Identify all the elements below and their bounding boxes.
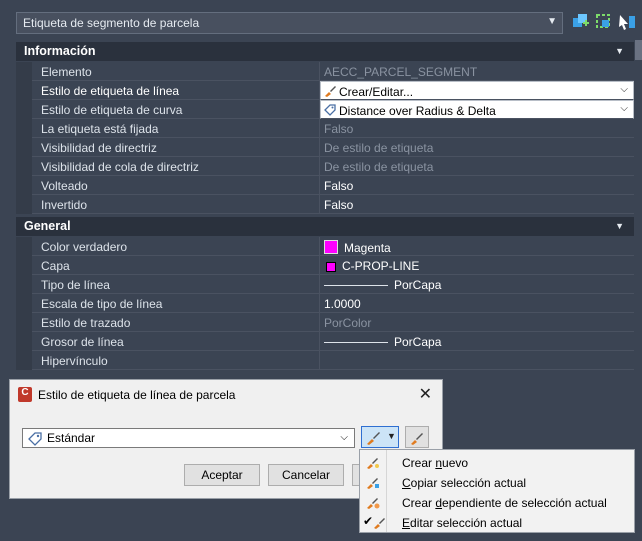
- lineweight-preview: [324, 342, 388, 343]
- prop-row[interactable]: Escala de tipo de línea 1.0000: [16, 294, 634, 313]
- prop-value[interactable]: Falso: [320, 176, 634, 195]
- style-actions-menu: Crear nuevo Copiar selección actual Crea…: [359, 449, 635, 533]
- civil3d-app-icon: C: [18, 387, 32, 402]
- prop-label: Grosor de línea: [32, 332, 320, 351]
- chevron-down-icon: ⌵: [620, 103, 628, 114]
- chevron-down-icon: ⌵: [620, 84, 628, 95]
- prop-value[interactable]: De estilo de etiqueta: [320, 138, 634, 157]
- object-type-selector[interactable]: Etiqueta de segmento de parcela ▼: [16, 12, 563, 34]
- pick-style-button[interactable]: [405, 426, 429, 448]
- prop-value[interactable]: Falso: [320, 119, 634, 138]
- paintbrush-new-icon: [366, 455, 380, 469]
- prop-value[interactable]: PorCapa: [320, 275, 634, 294]
- prop-label: Hipervínculo: [32, 351, 320, 370]
- prop-value[interactable]: Falso: [320, 195, 634, 214]
- chevron-down-icon: ⌵: [340, 432, 348, 443]
- layer-color-swatch: [326, 262, 336, 272]
- prop-row[interactable]: Estilo de trazado PorColor: [16, 313, 634, 332]
- prop-row[interactable]: Grosor de línea PorCapa: [16, 332, 634, 351]
- accept-button[interactable]: Aceptar: [184, 464, 260, 486]
- style-edit-split-button[interactable]: ▼: [361, 426, 399, 448]
- prop-row[interactable]: Visibilidad de cola de directriz De esti…: [16, 157, 634, 176]
- prop-row[interactable]: Tipo de línea PorCapa: [16, 275, 634, 294]
- brush-pick-icon: [409, 430, 425, 446]
- color-swatch: [324, 240, 338, 254]
- paintbrush-edit-icon: [373, 515, 387, 529]
- prop-value[interactable]: [320, 351, 634, 370]
- prop-label: Visibilidad de cola de directriz: [32, 157, 320, 176]
- curve-label-style-dropdown[interactable]: Distance over Radius & Delta ⌵: [320, 100, 634, 119]
- paintbrush-copy-icon: [366, 475, 380, 489]
- collapse-icon[interactable]: ▼: [615, 221, 624, 231]
- prop-label: Estilo de etiqueta de línea: [32, 81, 320, 100]
- object-type-value: Etiqueta de segmento de parcela: [23, 16, 200, 30]
- prop-row[interactable]: Estilo de etiqueta de curva Distance ove…: [16, 100, 634, 119]
- prop-label: Estilo de trazado: [32, 313, 320, 332]
- prop-label: Elemento: [32, 62, 320, 81]
- category-title: Información: [24, 44, 96, 58]
- add-to-selection-icon[interactable]: [571, 12, 591, 32]
- tag-icon: [324, 104, 336, 116]
- tag-icon: [28, 432, 42, 446]
- prop-label: Volteado: [32, 176, 320, 195]
- prop-row: Elemento AECC_PARCEL_SEGMENT: [16, 62, 634, 81]
- close-icon[interactable]: ✕: [419, 384, 432, 404]
- prop-label: Capa: [32, 256, 320, 275]
- menu-item-copy-current[interactable]: Copiar selección actual: [360, 472, 634, 492]
- scrollbar-thumb[interactable]: [635, 40, 642, 60]
- prop-value[interactable]: De estilo de etiqueta: [320, 157, 634, 176]
- prop-row[interactable]: Estilo de etiqueta de línea Crear/Editar…: [16, 81, 634, 100]
- prop-label: Invertido: [32, 195, 320, 214]
- prop-row[interactable]: Visibilidad de directriz De estilo de et…: [16, 138, 634, 157]
- prop-label: Visibilidad de directriz: [32, 138, 320, 157]
- prop-value[interactable]: Magenta: [320, 237, 634, 256]
- prop-label: Escala de tipo de línea: [32, 294, 320, 313]
- prop-row[interactable]: Volteado Falso: [16, 176, 634, 195]
- prop-label: Tipo de línea: [32, 275, 320, 294]
- category-informacion[interactable]: Información ▼: [16, 42, 634, 61]
- menu-item-create-new[interactable]: Crear nuevo: [360, 452, 634, 472]
- paintbrush-icon: [324, 85, 336, 97]
- prop-label: Color verdadero: [32, 237, 320, 256]
- prop-label: La etiqueta está fijada: [32, 119, 320, 138]
- checkmark-icon: ✔: [363, 514, 374, 528]
- category-title: General: [24, 219, 71, 233]
- toggle-pickadd-icon[interactable]: [617, 12, 637, 32]
- prop-row[interactable]: Color verdadero Magenta: [16, 237, 634, 256]
- collapse-icon[interactable]: ▼: [615, 46, 624, 56]
- paintbrush-icon: [365, 430, 381, 446]
- prop-row[interactable]: Invertido Falso: [16, 195, 634, 214]
- line-label-style-dropdown[interactable]: Crear/Editar... ⌵: [320, 81, 634, 100]
- dialog-title: Estilo de etiqueta de línea de parcela: [38, 388, 236, 402]
- prop-row[interactable]: La etiqueta está fijada Falso: [16, 119, 634, 138]
- category-general[interactable]: General ▼: [16, 217, 634, 236]
- paintbrush-child-icon: [366, 495, 380, 509]
- prop-row[interactable]: Hipervínculo: [16, 351, 634, 370]
- style-dropdown[interactable]: Estándar ⌵: [22, 428, 355, 448]
- prop-value[interactable]: PorCapa: [320, 332, 634, 351]
- menu-item-create-child[interactable]: Crear dependiente de selección actual: [360, 492, 634, 512]
- linetype-preview: [324, 285, 388, 286]
- properties-grid: Información ▼ Elemento AECC_PARCEL_SEGME…: [16, 40, 634, 370]
- prop-value[interactable]: PorColor: [320, 313, 634, 332]
- cancel-button[interactable]: Cancelar: [268, 464, 344, 486]
- prop-label: Estilo de etiqueta de curva: [32, 100, 320, 119]
- prop-value: AECC_PARCEL_SEGMENT: [320, 62, 634, 81]
- chevron-down-icon: ▼: [387, 431, 396, 441]
- menu-item-edit-current[interactable]: ✔ Editar selección actual: [360, 512, 634, 532]
- prop-row[interactable]: Capa C-PROP-LINE: [16, 256, 634, 275]
- prop-value[interactable]: 1.0000: [320, 294, 634, 313]
- prop-value[interactable]: C-PROP-LINE: [320, 256, 634, 275]
- chevron-down-icon: ▼: [547, 16, 557, 27]
- quick-select-icon[interactable]: [594, 12, 614, 32]
